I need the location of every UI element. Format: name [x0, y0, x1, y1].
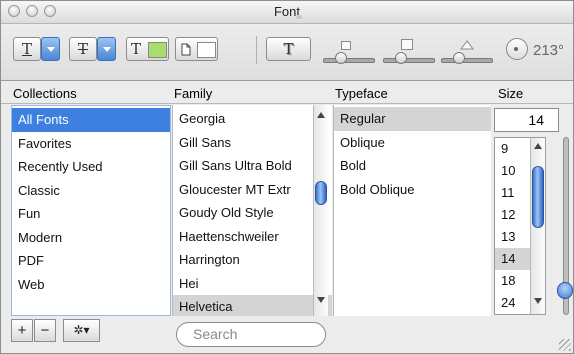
collection-item[interactable]: Modern — [12, 226, 170, 250]
family-scroll-thumb[interactable] — [315, 181, 327, 205]
shadow-offset-slider[interactable] — [441, 58, 493, 63]
text-color-swatch — [148, 42, 167, 58]
collection-item[interactable]: Favorites — [12, 132, 170, 156]
shadow-angle-dial[interactable] — [506, 38, 528, 60]
family-item[interactable]: Gill Sans Ultra Bold — [173, 154, 332, 178]
scroll-down-arrow-icon[interactable] — [317, 297, 325, 303]
window-title: Font — [273, 4, 300, 19]
collection-item[interactable]: Web — [12, 273, 170, 297]
typeface-item[interactable]: Bold — [334, 154, 491, 178]
family-item[interactable]: Harrington — [173, 248, 332, 272]
family-item[interactable]: Goudy Old Style — [173, 201, 332, 225]
collections-list[interactable]: All Fonts Favorites Recently Used Classic Fu… — [11, 105, 171, 316]
text-shadow-button[interactable]: T — [266, 37, 311, 61]
size-scroll-up-arrow-icon[interactable] — [534, 143, 542, 149]
typeface-list[interactable]: Regular Oblique Bold Bold Oblique — [333, 105, 491, 316]
toolbar: T T T T 213° — [1, 24, 573, 81]
collections-header: Collections — [13, 86, 77, 101]
size-list-scrollbar[interactable] — [530, 138, 545, 314]
shadow-opacity-slider[interactable] — [323, 58, 375, 63]
strikethrough-dropdown[interactable] — [97, 37, 116, 61]
shadow-angle-label: 213° — [533, 42, 565, 59]
font-panel-window: Font T T T T 213° Collections Family Typ… — [0, 0, 574, 354]
family-scrollbar[interactable] — [313, 105, 328, 316]
document-color-swatch — [197, 42, 216, 58]
shadow-opacity-knob[interactable] — [335, 52, 347, 64]
document-icon — [181, 43, 191, 56]
shadow-blur-knob[interactable] — [395, 52, 407, 64]
size-header: Size — [498, 86, 524, 101]
gear-icon: ✲▾ — [73, 323, 90, 337]
collection-item[interactable]: PDF — [12, 249, 170, 273]
family-item[interactable]: Gloucester MT Extr — [173, 178, 332, 202]
family-list[interactable]: Georgia Gill Sans Gill Sans Ultra Bold Glou… — [172, 105, 332, 316]
strikethrough-button[interactable]: T — [69, 37, 97, 61]
typeface-item[interactable]: Oblique — [334, 131, 491, 155]
underline-dropdown[interactable] — [41, 37, 60, 61]
shadow-blur-slider[interactable] — [383, 58, 435, 63]
family-item[interactable]: Hei — [173, 272, 332, 296]
size-scroll-thumb[interactable] — [532, 166, 544, 228]
resize-grip-icon[interactable] — [559, 339, 571, 351]
collection-item[interactable]: Recently Used — [12, 155, 170, 179]
family-item[interactable]: Gill Sans — [173, 131, 332, 155]
size-input[interactable]: 14 — [494, 108, 559, 132]
family-item[interactable]: Helvetica — [173, 295, 332, 316]
collection-item[interactable]: Fun — [12, 202, 170, 226]
search-field[interactable]: Search — [176, 322, 326, 347]
text-color-glyph: T — [131, 40, 142, 58]
size-scroll-down-arrow-icon[interactable] — [534, 298, 542, 304]
shadow-offset-icon — [460, 40, 474, 50]
shadow-offset-knob[interactable] — [453, 52, 465, 64]
text-color-button[interactable]: T — [126, 37, 169, 61]
remove-collection-button[interactable]: − — [34, 319, 56, 342]
size-slider-knob[interactable] — [557, 282, 573, 299]
scroll-up-arrow-icon[interactable] — [317, 112, 325, 118]
typeface-item[interactable]: Regular — [334, 107, 491, 131]
collection-item[interactable]: Classic — [12, 179, 170, 203]
header-divider — [1, 103, 573, 104]
shadow-blur-icon — [401, 39, 413, 50]
add-collection-button[interactable]: + — [11, 319, 33, 342]
family-item[interactable]: Georgia — [173, 107, 332, 131]
toolbar-divider — [256, 36, 257, 64]
shadow-opacity-icon — [341, 41, 351, 50]
family-item[interactable]: Haettenschweiler — [173, 225, 332, 249]
action-menu-button[interactable]: ✲▾ — [63, 319, 100, 342]
collection-item[interactable]: All Fonts — [12, 108, 170, 132]
typeface-header: Typeface — [335, 86, 388, 101]
typeface-item[interactable]: Bold Oblique — [334, 178, 491, 202]
family-header: Family — [174, 86, 213, 101]
underline-button[interactable]: T — [13, 37, 41, 61]
toolbar-toggle-indicator[interactable] — [296, 15, 302, 19]
document-color-button[interactable] — [175, 37, 218, 61]
title-bar: Font — [1, 1, 573, 24]
